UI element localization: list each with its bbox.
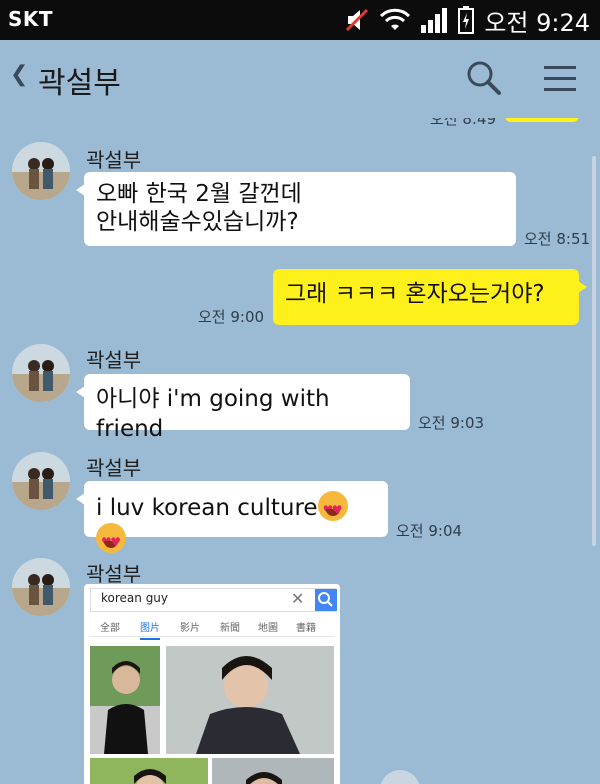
avatar-photo [12,558,70,616]
message-text: 그래 ㅋㅋㅋ 혼자오는거야? [285,281,545,307]
battery-icon [458,6,475,34]
avatar-photo [12,452,70,510]
avatar[interactable] [12,558,70,616]
image-message[interactable]: korean guy ✕ 全部 图片 影片 新聞 地圖 書籍 [84,584,340,784]
avatar-photo [12,142,70,200]
chat-title: 곽설부 [38,66,121,101]
close-icon: ✕ [291,589,305,608]
message-text-line: 오빠 한국 2월 갈껀데 [96,181,302,207]
message-time: 오전 9:03 [418,414,485,432]
sender-name: 곽설부 [86,456,142,480]
avatar[interactable] [12,344,70,402]
image-search-tab: 新聞 [220,623,240,634]
status-icons: 오전 9:24 [344,5,590,37]
status-time: 오전 9:24 [484,8,590,37]
photo-thumbnail [90,646,160,754]
chat-header: ❮ 곽설부 [0,40,600,118]
menu-icon[interactable] [544,64,576,94]
image-search-query: korean guy [101,591,169,605]
image-search-tab: 图片 [140,619,160,640]
message-text-line: 안내해술수있습니까? [96,209,299,235]
chat-scrollbar[interactable] [592,156,596,546]
my-message-bubble[interactable]: 그래 ㅋㅋㅋ 혼자오는거야? [273,269,587,325]
message-text: 아니야 i'm going with friend [96,386,330,442]
message-time: 오전 9:04 [396,522,463,540]
sender-name: 곽설부 [86,348,142,372]
signal-icon [421,8,448,33]
photo-thumbnail [212,758,334,784]
photo-thumbnail [166,646,334,754]
message-time: 오전 8:49 [430,118,497,128]
avatar[interactable] [12,452,70,510]
previous-my-bubble[interactable] [505,118,579,122]
image-search-tab: 影片 [180,623,200,634]
avatar[interactable] [12,142,70,200]
heart-eyes-emoji-icon [96,523,126,557]
chat-area[interactable]: 오전 8:49 곽설부 오빠 한국 2월 갈껀데 안내해술수있습니까? 오전 8… [0,118,600,784]
carrier-label: SKT [8,7,54,31]
message-time: 오전 8:51 [524,230,591,248]
message-time: 오전 9:00 [198,308,265,326]
avatar-photo [12,344,70,402]
sender-name: 곽설부 [86,148,142,172]
search-icon[interactable] [466,60,502,96]
image-search-bar: korean guy ✕ [90,588,337,612]
photo-thumbnail [90,758,208,784]
sender-name: 곽설부 [86,562,142,586]
scroll-to-bottom-button[interactable] [380,770,420,784]
back-chevron-icon[interactable]: ❮ [10,62,28,87]
search-button-icon [315,589,337,611]
status-bar: SKT 오전 9:24 [0,0,600,40]
image-search-tab: 地圖 [258,623,278,634]
image-search-tab: 全部 [100,623,120,634]
message-text: i luv korean culture [96,495,318,521]
heart-eyes-emoji-icon [317,491,348,525]
message-bubble[interactable]: 오빠 한국 2월 갈껀데 안내해술수있습니까? [76,172,516,246]
image-search-tabs: 全部 图片 影片 新聞 地圖 書籍 [90,614,334,640]
image-search-tab: 書籍 [296,623,316,634]
wifi-icon [380,8,411,30]
message-bubble[interactable]: i luv korean culture [76,481,388,557]
message-bubble[interactable]: 아니야 i'm going with friend [76,374,410,442]
mute-icon [346,8,369,32]
